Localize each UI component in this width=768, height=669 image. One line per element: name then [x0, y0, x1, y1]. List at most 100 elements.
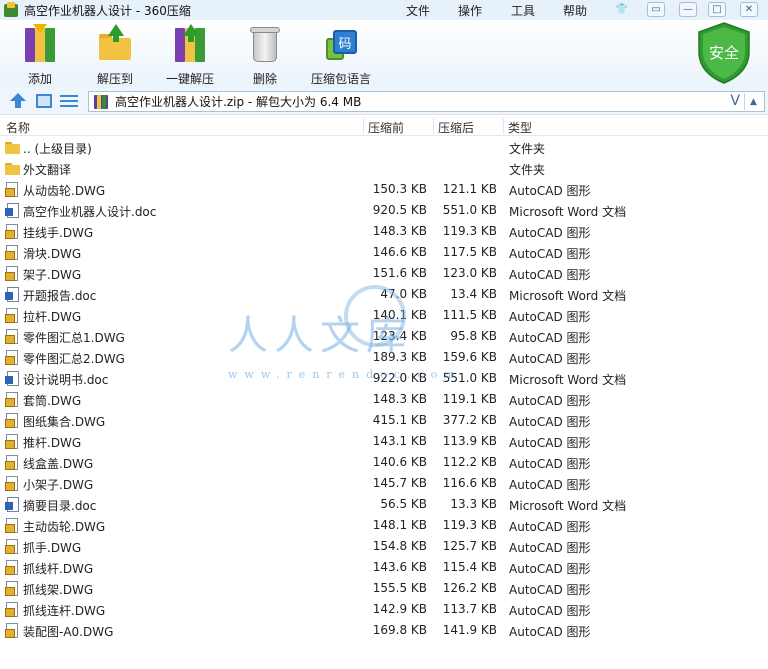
file-row[interactable]: 抓线连杆.DWG 142.9 KB 113.7 KB AutoCAD 图形	[0, 599, 768, 620]
scroll-up-icon[interactable]: ▲	[744, 93, 762, 110]
window-title: 高空作业机器人设计 - 360压缩	[24, 3, 191, 18]
minimize-button[interactable]: —	[679, 2, 697, 17]
file-type: Microsoft Word 文档	[509, 205, 627, 219]
maximize-button[interactable]: □	[708, 2, 726, 17]
file-name: 开题报告.doc	[23, 289, 97, 303]
file-row[interactable]: 线盒盖.DWG 140.6 KB 112.2 KB AutoCAD 图形	[0, 452, 768, 473]
file-row[interactable]: 套筒.DWG 148.3 KB 119.1 KB AutoCAD 图形	[0, 389, 768, 410]
column-name[interactable]: 名称	[6, 119, 30, 136]
autocad-dwg-icon	[5, 182, 20, 197]
close-button[interactable]: ✕	[740, 2, 758, 17]
file-size-before: 143.1 KB	[372, 434, 427, 448]
file-row[interactable]: 滑块.DWG 146.6 KB 117.5 KB AutoCAD 图形	[0, 242, 768, 263]
extract-to-button[interactable]: 解压到	[97, 24, 133, 87]
file-size-after: 551.0 KB	[442, 203, 497, 217]
autocad-dwg-icon	[5, 413, 20, 428]
security-shield-icon[interactable]: 安全	[697, 22, 751, 84]
add-button[interactable]: 添加	[22, 24, 58, 87]
file-type: AutoCAD 图形	[509, 583, 591, 597]
file-size-before: 148.3 KB	[372, 224, 427, 238]
file-row[interactable]: 挂线手.DWG 148.3 KB 119.3 KB AutoCAD 图形	[0, 221, 768, 242]
file-row[interactable]: 从动齿轮.DWG 150.3 KB 121.1 KB AutoCAD 图形	[0, 179, 768, 200]
extract-folder-icon	[97, 24, 133, 64]
one-click-extract-label: 一键解压	[166, 72, 215, 86]
file-row[interactable]: 拉杆.DWG 140.1 KB 111.5 KB AutoCAD 图形	[0, 305, 768, 326]
feedback-button[interactable]: ▭	[647, 2, 665, 17]
file-type: 文件夹	[509, 142, 546, 156]
file-size-after: 113.7 KB	[442, 602, 497, 616]
file-size-after: 119.3 KB	[442, 224, 497, 238]
file-type: 文件夹	[509, 163, 546, 177]
column-after[interactable]: 压缩后	[438, 119, 474, 136]
file-row[interactable]: 推杆.DWG 143.1 KB 113.9 KB AutoCAD 图形	[0, 431, 768, 452]
autocad-dwg-icon	[5, 350, 20, 365]
file-name: 摘要目录.doc	[23, 499, 97, 513]
file-row[interactable]: 开题报告.doc 47.0 KB 13.4 KB Microsoft Word 文档	[0, 284, 768, 305]
file-row[interactable]: .. (上级目录) 文件夹	[0, 137, 768, 158]
menu-help[interactable]: 帮助	[563, 2, 587, 19]
address-dropdown-icon[interactable]: V	[730, 93, 740, 109]
autocad-dwg-icon	[5, 581, 20, 596]
file-size-before: 154.8 KB	[372, 539, 427, 553]
autocad-dwg-icon	[5, 602, 20, 617]
file-name: 抓手.DWG	[23, 541, 82, 555]
list-view-icon[interactable]	[60, 93, 78, 109]
file-row[interactable]: 设计说明书.doc 922.0 KB 551.0 KB Microsoft Word …	[0, 368, 768, 389]
file-row[interactable]: 抓手.DWG 154.8 KB 125.7 KB AutoCAD 图形	[0, 536, 768, 557]
menu-tools[interactable]: 工具	[511, 2, 535, 19]
file-row[interactable]: 零件图汇总1.DWG 123.4 KB 95.8 KB AutoCAD 图形	[0, 326, 768, 347]
file-row[interactable]: 摘要目录.doc 56.5 KB 13.3 KB Microsoft Word 文档	[0, 494, 768, 515]
menu-file[interactable]: 文件	[406, 2, 430, 19]
word-document-icon	[5, 371, 20, 386]
file-row[interactable]: 小架子.DWG 145.7 KB 116.6 KB AutoCAD 图形	[0, 473, 768, 494]
file-size-before: 140.1 KB	[372, 308, 427, 322]
thumbnail-view-icon[interactable]	[36, 94, 52, 108]
file-type: AutoCAD 图形	[509, 436, 591, 450]
file-row[interactable]: 架子.DWG 151.6 KB 123.0 KB AutoCAD 图形	[0, 263, 768, 284]
archive-language-button[interactable]: 码 压缩包语言	[311, 24, 371, 87]
autocad-dwg-icon	[5, 518, 20, 533]
file-size-before: 143.6 KB	[372, 560, 427, 574]
file-name: 设计说明书.doc	[23, 373, 109, 387]
autocad-dwg-icon	[5, 392, 20, 407]
file-row[interactable]: 外文翻译 文件夹	[0, 158, 768, 179]
file-size-after: 111.5 KB	[442, 308, 497, 322]
file-type: AutoCAD 图形	[509, 415, 591, 429]
file-row[interactable]: 抓线杆.DWG 143.6 KB 115.4 KB AutoCAD 图形	[0, 557, 768, 578]
file-size-after: 125.7 KB	[442, 539, 497, 553]
file-row[interactable]: 图纸集合.DWG 415.1 KB 377.2 KB AutoCAD 图形	[0, 410, 768, 431]
up-level-icon[interactable]	[9, 93, 27, 109]
one-click-extract-icon	[172, 24, 208, 64]
menu-operation[interactable]: 操作	[458, 2, 482, 19]
file-size-after: 112.2 KB	[442, 455, 497, 469]
file-type: AutoCAD 图形	[509, 541, 591, 555]
autocad-dwg-icon	[5, 539, 20, 554]
file-name: 线盒盖.DWG	[23, 457, 94, 471]
column-before[interactable]: 压缩前	[368, 119, 404, 136]
address-field[interactable]: 高空作业机器人设计.zip - 解包大小为 6.4 MB V ▲	[88, 91, 765, 112]
file-type: AutoCAD 图形	[509, 478, 591, 492]
address-text: 高空作业机器人设计.zip - 解包大小为 6.4 MB	[115, 95, 362, 109]
folder-icon	[5, 140, 20, 155]
file-size-after: 95.8 KB	[450, 329, 497, 343]
file-size-after: 117.5 KB	[442, 245, 497, 259]
file-size-before: 148.1 KB	[372, 518, 427, 532]
file-name: 零件图汇总1.DWG	[23, 331, 125, 345]
file-row[interactable]: 主动齿轮.DWG 148.1 KB 119.3 KB AutoCAD 图形	[0, 515, 768, 536]
file-row[interactable]: 高空作业机器人设计.doc 920.5 KB 551.0 KB Microsoft W…	[0, 200, 768, 221]
one-click-extract-button[interactable]: 一键解压	[166, 24, 214, 87]
delete-button[interactable]: 删除	[247, 24, 283, 87]
file-name: 推杆.DWG	[23, 436, 82, 450]
file-type: Microsoft Word 文档	[509, 499, 627, 513]
archive-language-label: 压缩包语言	[311, 72, 372, 86]
file-row[interactable]: 零件图汇总2.DWG 189.3 KB 159.6 KB AutoCAD 图形	[0, 347, 768, 368]
file-row[interactable]: 抓线架.DWG 155.5 KB 126.2 KB AutoCAD 图形	[0, 578, 768, 599]
file-name: 抓线架.DWG	[23, 583, 94, 597]
file-row[interactable]: 装配图-A0.DWG 169.8 KB 141.9 KB AutoCAD 图形	[0, 620, 768, 641]
file-name: 抓线连杆.DWG	[23, 604, 106, 618]
file-size-after: 13.3 KB	[450, 497, 497, 511]
skin-shirt-icon[interactable]: 👕	[613, 2, 631, 17]
file-list: .. (上级目录) 文件夹 外文翻译 文件夹 从动齿轮.DWG 150.3 KB 121.1…	[0, 137, 768, 641]
column-type[interactable]: 类型	[508, 119, 532, 136]
file-type: AutoCAD 图形	[509, 331, 591, 345]
